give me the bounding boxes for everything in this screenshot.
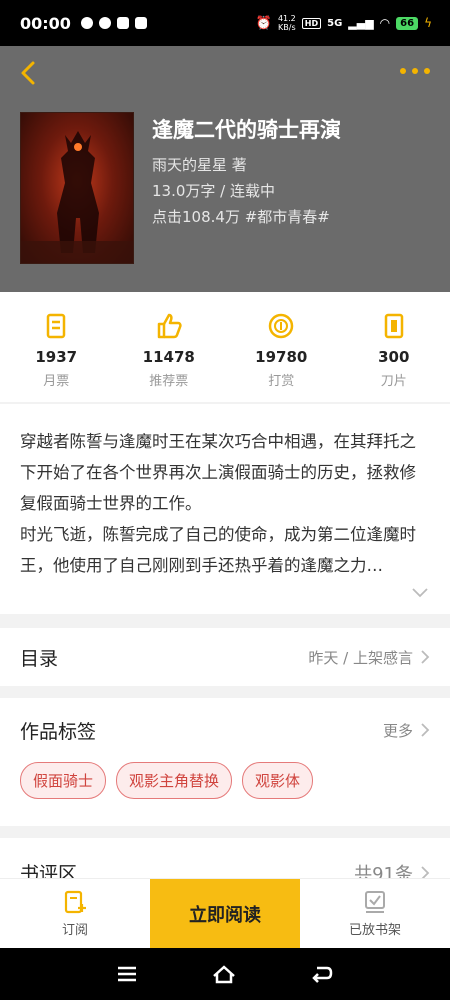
book-word-count-status: 13.0万字 / 连载中 (152, 182, 275, 200)
on-shelf-label: 已放书架 (348, 923, 401, 938)
net-speed: 41.2 KB/s (278, 14, 296, 32)
home-icon[interactable] (212, 964, 236, 984)
book-clicks-category: 点击108.4万 #都市青春# (152, 208, 330, 226)
stat-recommend-ticket[interactable]: 11478 推荐票 (113, 292, 226, 402)
catalog-title: 目录 (20, 647, 59, 670)
more-dot-icon (424, 68, 430, 74)
more-dot-icon (412, 68, 418, 74)
status-bar: 00:00 ⏰ 41.2 KB/s HD 5G ▂▄▆ ◠ 66 ϟ (0, 0, 450, 46)
more-dot-icon (400, 68, 406, 74)
signal-icon: ▂▄▆ (348, 16, 374, 30)
stat-monthly-ticket[interactable]: 1937 月票 (0, 292, 113, 402)
chevron-right-icon (421, 650, 430, 664)
net-speed-value: 41.2 (277, 14, 296, 23)
reviews-row[interactable]: 书评区 共91条 (0, 838, 450, 878)
stat-value: 1937 (35, 348, 78, 366)
stat-reward[interactable]: 19780 打赏 (225, 292, 338, 402)
back-button[interactable] (16, 60, 42, 86)
menu-icon[interactable] (117, 966, 137, 982)
status-time: 00:00 (20, 13, 71, 33)
stat-label: 推荐票 (149, 374, 189, 389)
stat-value: 19780 (255, 348, 308, 366)
reviews-count: 共91条 (354, 860, 430, 878)
tags-list: 假面骑士 观影主角替换 观影体 (0, 762, 450, 826)
battery-level: 66 (396, 16, 419, 30)
on-shelf-button[interactable]: 已放书架 (300, 879, 450, 948)
net-speed-unit: KB/s (278, 23, 296, 32)
back-nav-icon[interactable] (311, 965, 333, 983)
tags-title: 作品标签 (20, 720, 97, 743)
stat-label: 月票 (43, 374, 70, 389)
bookshelf-check-icon (365, 891, 385, 913)
description-paragraph: 时光飞逝，陈誓完成了自己的使命，成为第二位逢魔时王，他使用了自己刚刚到手还热乎着… (20, 525, 416, 575)
mail-icon (134, 17, 147, 29)
book-description[interactable]: 穿越者陈誓与逢魔时王在某次巧合中相遇，在其拜托之下开始了在各个世界再次上演假面骑… (0, 404, 450, 614)
notification-icons (80, 17, 147, 29)
catalog-latest: 昨天 / 上架感言 (308, 647, 430, 668)
reward-coin-icon (269, 313, 294, 339)
thumbs-up-icon (157, 313, 182, 339)
network-type: 5G (327, 17, 343, 29)
book-title: 逢魔二代的骑士再演 (152, 118, 341, 142)
stat-label: 刀片 (380, 374, 407, 389)
charging-icon: ϟ (424, 16, 432, 30)
notification-icon-3 (116, 17, 129, 29)
system-nav-bar (0, 948, 450, 1000)
book-author[interactable]: 雨天的星星 著 (152, 154, 247, 175)
notification-icon-1 (80, 17, 93, 29)
blade-icon (384, 313, 403, 339)
hd-badge: HD (301, 17, 322, 29)
tag-chip[interactable]: 假面骑士 (20, 762, 107, 799)
book-cover[interactable] (20, 112, 134, 264)
wifi-icon: ◠ (379, 16, 391, 30)
notification-icon-2 (98, 17, 111, 29)
chevron-left-icon (21, 61, 35, 85)
read-now-button[interactable]: 立即阅读 (150, 879, 300, 948)
book-header: 逢魔二代的骑士再演 雨天的星星 著 13.0万字 / 连载中 点击108.4万 … (0, 46, 450, 292)
more-options-button[interactable] (400, 68, 430, 74)
tags-more-text: 更多 (382, 721, 413, 740)
catalog-latest-text: 昨天 / 上架感言 (308, 648, 413, 667)
chevron-right-icon (421, 866, 430, 878)
stat-label: 打赏 (268, 374, 295, 389)
catalog-row[interactable]: 目录 昨天 / 上架感言 (0, 628, 450, 686)
stat-value: 300 (378, 348, 410, 366)
description-paragraph: 穿越者陈誓与逢魔时王在某次巧合中相遇，在其拜托之下开始了在各个世界再次上演假面骑… (20, 432, 416, 513)
reviews-count-text: 共91条 (354, 864, 413, 878)
subscribe-button[interactable]: 订阅 (0, 879, 150, 948)
reviews-title: 书评区 (20, 863, 78, 878)
subscribe-icon (64, 890, 86, 914)
chevron-down-icon[interactable] (412, 588, 428, 598)
tag-chip[interactable]: 观影主角替换 (116, 762, 233, 799)
chevron-right-icon (421, 723, 430, 737)
tags-row[interactable]: 作品标签 更多 (0, 698, 450, 762)
stat-blade[interactable]: 300 刀片 (338, 292, 450, 402)
alarm-icon: ⏰ (255, 15, 272, 31)
status-right: ⏰ 41.2 KB/s HD 5G ▂▄▆ ◠ 66 ϟ (256, 14, 432, 32)
tag-chip[interactable]: 观影体 (242, 762, 314, 799)
bottom-action-bar: 订阅 立即阅读 已放书架 (0, 878, 450, 948)
subscribe-label: 订阅 (61, 923, 88, 938)
stat-value: 11478 (142, 348, 195, 366)
stats-bar: 1937 月票 11478 推荐票 19780 打赏 300 刀片 (0, 292, 450, 402)
ticket-icon (47, 313, 66, 339)
cover-art (21, 131, 133, 263)
tags-more[interactable]: 更多 (383, 720, 430, 741)
